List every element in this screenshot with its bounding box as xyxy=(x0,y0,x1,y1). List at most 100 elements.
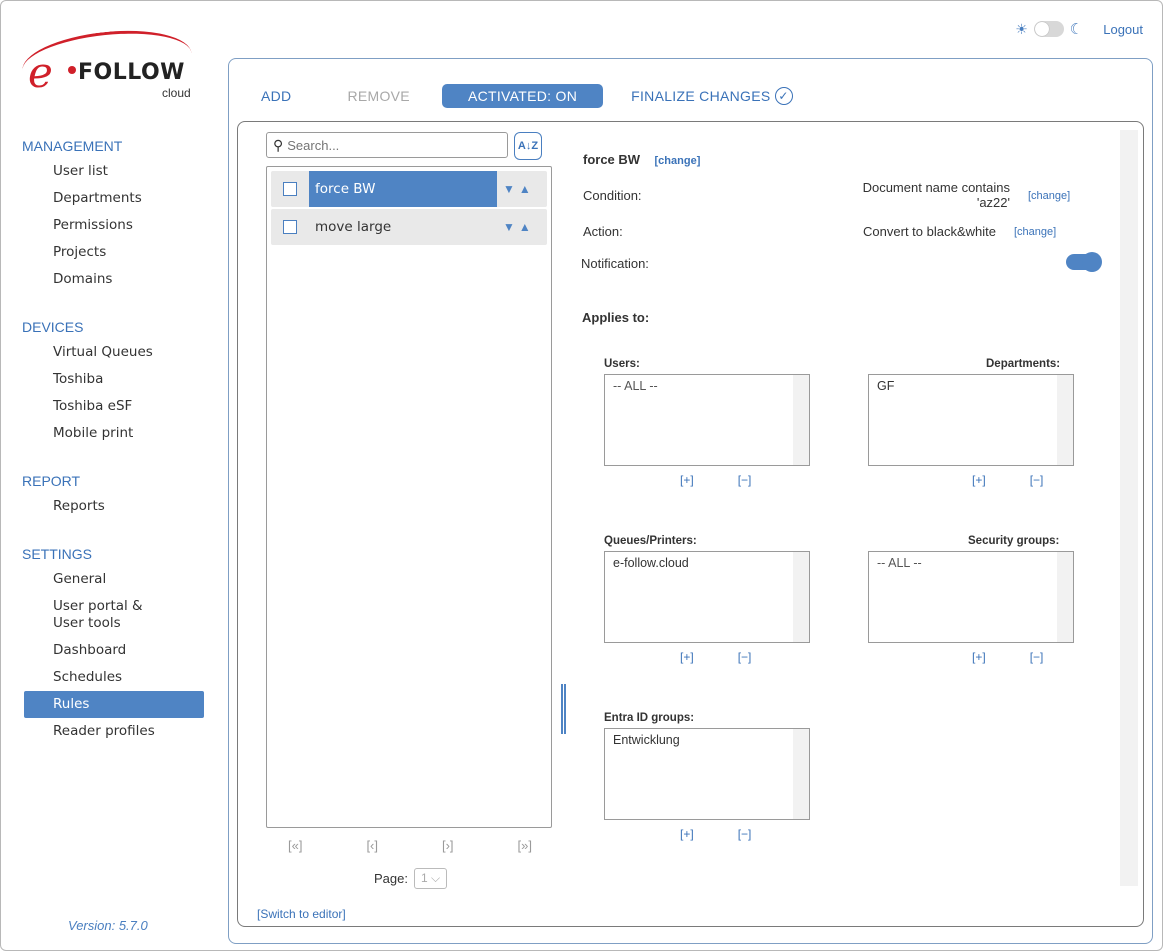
queues-label: Queues/Printers: xyxy=(604,535,697,547)
remove-user-button[interactable]: [−] xyxy=(738,473,752,487)
sidebar-item-virtual-queues[interactable]: Virtual Queues xyxy=(0,339,220,366)
scrollbar[interactable] xyxy=(793,375,809,465)
sidebar-item-schedules[interactable]: Schedules xyxy=(0,664,220,691)
logout-link[interactable]: Logout xyxy=(1103,22,1143,37)
sidebar-item-dashboard[interactable]: Dashboard xyxy=(0,637,220,664)
action-value: Convert to black&white xyxy=(863,224,996,239)
entra-add-remove: [+] [−] xyxy=(680,827,751,841)
applies-to-heading: Applies to: xyxy=(582,310,650,325)
search-input[interactable] xyxy=(287,137,488,153)
page-label: Page: xyxy=(374,871,408,886)
condition-value-line2: 'az22' xyxy=(976,195,1010,210)
sidebar-item-domains[interactable]: Domains xyxy=(0,266,220,293)
rule-name[interactable]: force BW xyxy=(309,171,497,207)
list-item[interactable]: force BW ▼▲ xyxy=(271,171,547,207)
departments-box[interactable]: GF xyxy=(868,374,1074,466)
theme-toggle[interactable] xyxy=(1033,21,1064,37)
entra-groups-label: Entra ID groups: xyxy=(604,712,695,724)
scrollbar[interactable] xyxy=(1057,552,1073,642)
sidebar-item-user-portal[interactable]: User portal & User tools xyxy=(0,593,220,637)
logo-follow: FOLLOW xyxy=(78,60,185,85)
sort-az-button[interactable]: A↓Z xyxy=(514,132,542,160)
reorder-arrows-icon[interactable]: ▼▲ xyxy=(503,220,535,234)
scrollbar[interactable] xyxy=(1057,375,1073,465)
row-checkbox[interactable] xyxy=(283,182,297,196)
row-checkbox[interactable] xyxy=(283,220,297,234)
rule-title: force BW [change] xyxy=(583,152,700,167)
sidebar-item-mobile-print[interactable]: Mobile print xyxy=(0,420,220,447)
rule-name[interactable]: move large xyxy=(309,209,497,245)
add-entra-group-button[interactable]: [+] xyxy=(680,827,694,841)
logo-dot xyxy=(68,66,76,74)
activated-toggle-button[interactable]: ACTIVATED: ON xyxy=(441,84,604,108)
security-add-remove: [+] [−] xyxy=(972,650,1043,664)
sidebar-item-general[interactable]: General xyxy=(0,566,220,593)
sidebar-item-toshiba-esf[interactable]: Toshiba eSF xyxy=(0,393,220,420)
add-user-button[interactable]: [+] xyxy=(680,473,694,487)
first-page-button[interactable]: [«] xyxy=(288,838,302,853)
entra-groups-box[interactable]: Entwicklung xyxy=(604,728,810,820)
detail-scrollbar[interactable] xyxy=(1120,130,1138,886)
sidebar-item-reports[interactable]: Reports xyxy=(0,493,220,520)
prev-page-button[interactable]: [‹] xyxy=(366,838,378,853)
list-item[interactable]: -- ALL -- xyxy=(869,552,1073,574)
remove-department-button[interactable]: [−] xyxy=(1030,473,1044,487)
remove-button[interactable]: REMOVE xyxy=(347,88,409,104)
add-security-group-button[interactable]: [+] xyxy=(972,650,986,664)
sidebar-item-permissions[interactable]: Permissions xyxy=(0,212,220,239)
reorder-arrows-icon[interactable]: ▼▲ xyxy=(503,182,535,196)
change-action-link[interactable]: [change] xyxy=(1014,226,1056,238)
logo-cloud: cloud xyxy=(162,86,191,100)
security-groups-box[interactable]: -- ALL -- xyxy=(868,551,1074,643)
scrollbar[interactable] xyxy=(793,552,809,642)
page-value: 1 xyxy=(420,871,428,885)
rule-title-text: force BW xyxy=(583,152,641,167)
list-item[interactable]: -- ALL -- xyxy=(605,375,809,397)
list-item[interactable]: Entwicklung xyxy=(605,729,809,751)
moon-icon: ☾ xyxy=(1069,21,1084,38)
main-panel: ADD REMOVE ACTIVATED: ON FINALIZE CHANGE… xyxy=(228,58,1153,944)
add-queue-button[interactable]: [+] xyxy=(680,650,694,664)
toolbar: ADD REMOVE ACTIVATED: ON FINALIZE CHANGE… xyxy=(261,83,793,109)
sidebar-item-departments[interactable]: Departments xyxy=(0,185,220,212)
change-condition-link[interactable]: [change] xyxy=(1028,190,1070,202)
users-label: Users: xyxy=(604,358,640,370)
sidebar-item-rules[interactable]: Rules xyxy=(24,691,204,718)
sidebar-item-reader-profiles[interactable]: Reader profiles xyxy=(0,718,220,745)
rule-detail: force BW [change] Condition: Document na… xyxy=(556,132,1136,888)
departments-label: Departments: xyxy=(986,358,1061,370)
e-follow-logo: e FOLLOW cloud xyxy=(19,23,202,106)
scrollbar[interactable] xyxy=(793,729,809,819)
remove-entra-group-button[interactable]: [−] xyxy=(738,827,752,841)
search-field[interactable]: ⚲ xyxy=(266,132,508,158)
notification-switch[interactable] xyxy=(1066,252,1102,272)
sidebar-item-toshiba[interactable]: Toshiba xyxy=(0,366,220,393)
check-circle-icon: ✓ xyxy=(774,87,793,105)
sun-icon: ☀ xyxy=(1015,20,1028,37)
list-item[interactable]: move large ▼▲ xyxy=(271,209,547,245)
next-page-button[interactable]: [›] xyxy=(442,838,454,853)
sidebar-item-user-list[interactable]: User list xyxy=(0,158,220,185)
remove-queue-button[interactable]: [−] xyxy=(738,650,752,664)
page-select[interactable]: 1 ⌵ xyxy=(413,868,448,889)
finalize-changes-button[interactable]: FINALIZE CHANGES ✓ xyxy=(631,87,793,105)
action-label: Action: xyxy=(583,224,623,239)
condition-value: Document name contains 'az22' xyxy=(846,180,1010,210)
last-page-button[interactable]: [»] xyxy=(518,838,532,853)
list-item[interactable]: e-follow.cloud xyxy=(605,552,809,574)
queues-box[interactable]: e-follow.cloud xyxy=(604,551,810,643)
queues-add-remove: [+] [−] xyxy=(680,650,751,664)
top-bar: ☀ ☾ Logout xyxy=(1015,20,1143,39)
add-department-button[interactable]: [+] xyxy=(972,473,986,487)
sort-az-icon: A↓Z xyxy=(517,139,539,152)
remove-security-group-button[interactable]: [−] xyxy=(1030,650,1044,664)
sidebar-section-report: REPORT xyxy=(22,473,81,489)
add-button[interactable]: ADD xyxy=(261,88,291,104)
sidebar-item-projects[interactable]: Projects xyxy=(0,239,220,266)
switch-to-editor-link[interactable]: [Switch to editor] xyxy=(257,907,346,921)
users-box[interactable]: -- ALL -- xyxy=(604,374,810,466)
users-add-remove: [+] [−] xyxy=(680,473,751,487)
search-icon: ⚲ xyxy=(273,136,284,153)
change-name-link[interactable]: [change] xyxy=(655,155,701,167)
list-item[interactable]: GF xyxy=(869,375,1073,397)
